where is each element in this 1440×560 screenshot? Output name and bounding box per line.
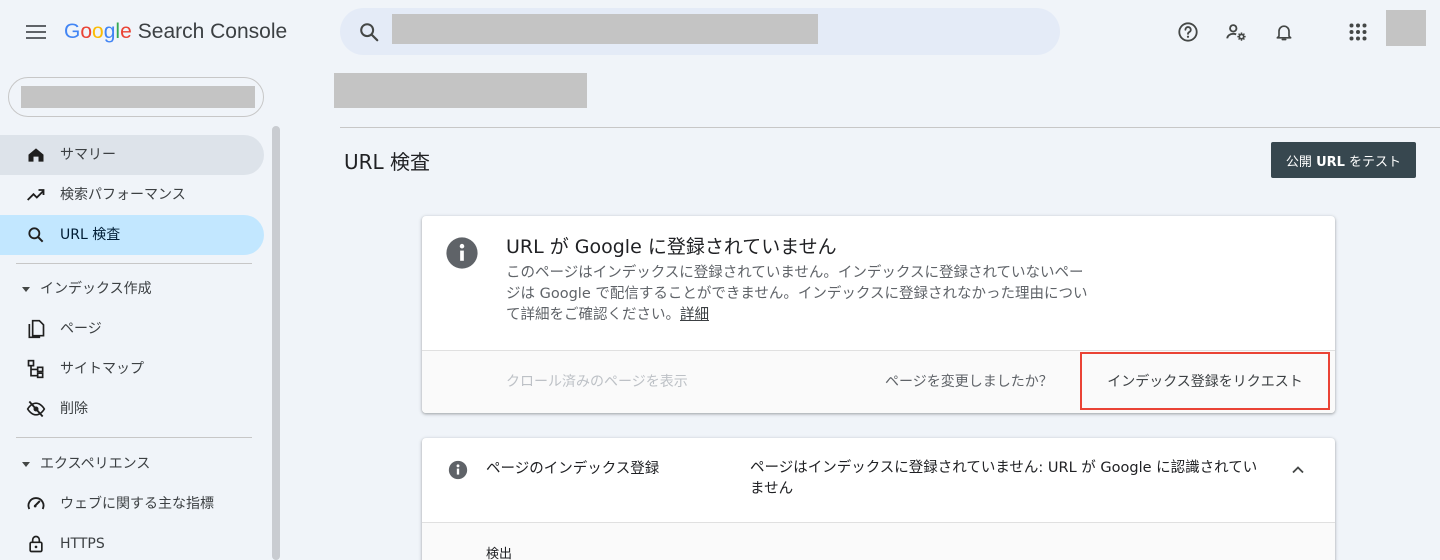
search-icon bbox=[28, 227, 44, 243]
page-indexing-label: ページのインデックス登録 bbox=[486, 461, 660, 477]
sidebar-item-label: ページ bbox=[60, 321, 102, 337]
page-title: URL 検査 bbox=[344, 150, 431, 174]
manage-users-button[interactable] bbox=[1222, 18, 1250, 46]
product-name: Search Console bbox=[137, 20, 288, 43]
search-icon bbox=[360, 23, 379, 42]
details-link[interactable]: 詳細 bbox=[680, 307, 709, 323]
sidebar-item-sitemaps[interactable]: サイトマップ bbox=[0, 349, 264, 389]
top-bar: Google Search Console bbox=[0, 0, 1440, 64]
sidebar-section-experience[interactable]: エクスペリエンス bbox=[0, 449, 264, 479]
lock-icon bbox=[29, 535, 43, 553]
logo-letter: o bbox=[92, 20, 104, 43]
sidebar-item-label: 削除 bbox=[60, 401, 88, 417]
sidebar-item-label: HTTPS bbox=[60, 536, 105, 552]
help-icon bbox=[1178, 22, 1198, 42]
test-live-url-button[interactable]: 公開 URL をテスト bbox=[1271, 142, 1416, 178]
notifications-icon bbox=[1276, 25, 1292, 41]
visibility-off-icon bbox=[26, 400, 46, 418]
sitemap-icon bbox=[27, 359, 44, 379]
sidebar-item-label: 検索パフォーマンス bbox=[60, 187, 186, 203]
home-icon bbox=[28, 148, 44, 162]
status-description: このページはインデックスに登録されていません。インデックスに登録されていないペー… bbox=[506, 263, 1096, 326]
detection-label: 検出 bbox=[486, 547, 513, 560]
status-card-footer: クロール済みのページを表示 ページを変更しましたか？ インデックス登録をリクエス… bbox=[422, 351, 1335, 413]
button-label: 公開 bbox=[1285, 154, 1317, 170]
sidebar-scrollbar[interactable] bbox=[272, 126, 280, 560]
sidebar-item-label: サマリー bbox=[60, 147, 116, 163]
page-indexing-card: ページのインデックス登録 ページはインデックスに登録されていません: URL が… bbox=[422, 438, 1335, 560]
view-crawled-page-link[interactable]: クロール済みのページを表示 bbox=[506, 371, 688, 393]
info-icon bbox=[446, 237, 478, 269]
apps-button[interactable] bbox=[1344, 18, 1372, 46]
notifications-button[interactable] bbox=[1270, 18, 1298, 46]
sidebar-item-pages[interactable]: ページ bbox=[0, 309, 264, 349]
sidebar-item-core-web-vitals[interactable]: ウェブに関する主な指標 bbox=[0, 484, 264, 524]
page-indexing-row[interactable]: ページのインデックス登録 ページはインデックスに登録されていません: URL が… bbox=[422, 438, 1335, 522]
sidebar-item-performance[interactable]: 検索パフォーマンス bbox=[0, 175, 264, 215]
sidebar-item-label: URL 検査 bbox=[60, 227, 121, 243]
pages-icon bbox=[28, 319, 45, 339]
help-button[interactable] bbox=[1174, 18, 1202, 46]
request-indexing-button[interactable]: インデックス登録をリクエスト bbox=[1080, 352, 1330, 410]
sidebar-item-summary[interactable]: サマリー bbox=[0, 135, 264, 175]
page-changed-text: ページを変更しましたか？ bbox=[885, 374, 1053, 390]
button-label: URL bbox=[1316, 154, 1345, 170]
logo-letter: G bbox=[64, 20, 81, 43]
chevron-up-icon[interactable] bbox=[1288, 460, 1308, 480]
inspected-url-redacted bbox=[334, 73, 587, 108]
account-avatar-redacted[interactable] bbox=[1386, 10, 1426, 46]
sidebar-section-label: エクスペリエンス bbox=[40, 456, 151, 472]
main-menu-button[interactable] bbox=[20, 18, 52, 46]
url-inspect-search[interactable] bbox=[340, 8, 1060, 55]
logo-letter: e bbox=[120, 20, 132, 43]
sidebar-item-https[interactable]: HTTPS bbox=[0, 524, 264, 560]
trending-up-icon bbox=[27, 189, 45, 201]
description-text: このページはインデックスに登録されていません。インデックスに登録されていないペー… bbox=[506, 265, 1088, 323]
sidebar-item-label: ウェブに関する主な指標 bbox=[60, 496, 214, 512]
page-indexing-status: ページはインデックスに登録されていません: URL が Google に認識され… bbox=[750, 460, 1258, 497]
button-label: をテスト bbox=[1344, 154, 1402, 170]
main-divider bbox=[340, 127, 1440, 128]
status-title: URL が Google に登録されていません bbox=[506, 236, 837, 258]
apps-icon bbox=[1349, 23, 1367, 41]
menu-icon bbox=[26, 25, 46, 39]
sidebar-divider bbox=[16, 437, 252, 438]
sidebar-divider bbox=[16, 263, 252, 264]
sidebar-section-label: インデックス作成 bbox=[40, 281, 152, 297]
speed-icon bbox=[27, 497, 45, 510]
sidebar-item-label: サイトマップ bbox=[60, 361, 144, 377]
app-logo[interactable]: Google Search Console bbox=[64, 18, 287, 46]
search-input-redacted[interactable] bbox=[392, 14, 818, 44]
sidebar-item-removals[interactable]: 削除 bbox=[0, 389, 264, 429]
property-name-redacted bbox=[21, 86, 255, 108]
caret-down-icon bbox=[22, 287, 30, 292]
manage-users-icon bbox=[1226, 24, 1246, 41]
property-selector[interactable] bbox=[8, 77, 264, 117]
sidebar-item-url-inspection[interactable]: URL 検査 bbox=[0, 215, 264, 255]
logo-letter: o bbox=[80, 20, 93, 43]
sidebar-section-indexing[interactable]: インデックス作成 bbox=[0, 274, 264, 304]
caret-down-icon bbox=[22, 462, 30, 467]
logo-letter: g bbox=[103, 20, 116, 43]
info-icon bbox=[448, 460, 468, 480]
page-indexing-details: 検出 bbox=[422, 523, 1335, 560]
index-status-card: URL が Google に登録されていません このページはインデックスに登録さ… bbox=[422, 216, 1335, 413]
